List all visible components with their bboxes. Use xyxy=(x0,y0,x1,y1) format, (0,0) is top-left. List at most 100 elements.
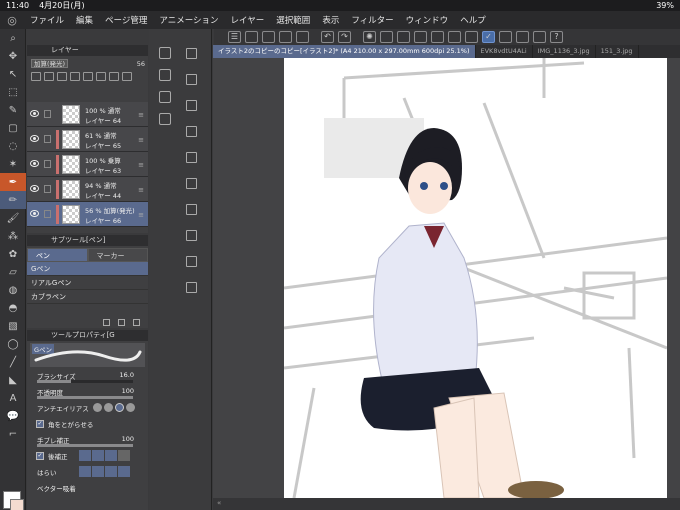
sharpen-row[interactable]: ✓ 角をとがらせる xyxy=(27,417,148,433)
menu-selection[interactable]: 選択範囲 xyxy=(270,14,316,26)
sub-color-swatch[interactable] xyxy=(10,499,24,510)
layer-color-icon[interactable] xyxy=(122,72,132,81)
group-marker[interactable]: マーカー xyxy=(87,248,148,262)
doc-tab-active[interactable]: イラスト2のコピーのコピー[イラスト2]* (A4 210.00 x 297.0… xyxy=(213,45,476,58)
lock-icon[interactable] xyxy=(44,185,51,193)
visibility-eye-icon[interactable] xyxy=(30,135,39,142)
delete-subtool-icon[interactable] xyxy=(133,319,140,326)
open-file-icon[interactable] xyxy=(262,31,275,43)
brush-size-row[interactable]: ブラシサイズ 16.0 xyxy=(27,369,148,385)
panel-toggle-icon[interactable] xyxy=(186,256,197,267)
layer-row[interactable]: 94 % 通常 レイヤー 44 ≡ xyxy=(27,177,148,202)
menu-grid-icon[interactable]: ☰ xyxy=(228,31,241,43)
deselect-icon[interactable] xyxy=(431,31,444,43)
menu-page[interactable]: ページ管理 xyxy=(99,14,153,26)
ruler-icon[interactable] xyxy=(109,72,119,81)
post-correct-levels[interactable] xyxy=(79,450,130,461)
lock-icon[interactable] xyxy=(44,160,51,168)
snap-ruler-icon[interactable]: ✓ xyxy=(482,31,495,43)
decoration-tool-icon[interactable]: ✿ xyxy=(0,245,26,263)
blend-mode-select[interactable]: 加算(発光) xyxy=(31,59,69,68)
expand-icon[interactable]: « xyxy=(217,499,221,507)
clip-icon[interactable] xyxy=(296,31,309,43)
doc-tab[interactable]: IMG_1136_3.jpg xyxy=(533,45,596,58)
eraser-tool-icon[interactable]: ▱ xyxy=(0,263,26,281)
pencil-tool-icon[interactable]: ✏ xyxy=(0,191,26,209)
canvas-paper[interactable] xyxy=(284,58,667,498)
crop-icon[interactable] xyxy=(465,31,478,43)
text-tool-icon[interactable]: A xyxy=(0,389,26,407)
visibility-eye-icon[interactable] xyxy=(30,210,39,217)
panel-toggle-icon[interactable] xyxy=(186,230,197,241)
quick-access-icon[interactable] xyxy=(159,113,171,125)
snap-special-ruler-icon[interactable] xyxy=(499,31,512,43)
eyedropper-tool-icon[interactable]: ✎ xyxy=(0,101,26,119)
panel-toggle-icon[interactable] xyxy=(186,204,197,215)
sharpen-checkbox[interactable]: ✓ xyxy=(36,420,44,428)
gradient-tool-icon[interactable]: ▧ xyxy=(0,317,26,335)
app-logo-icon[interactable]: ◎ xyxy=(0,14,24,27)
fill-tool-icon[interactable]: ◓ xyxy=(0,299,26,317)
doc-tab[interactable]: 151_3.jpg xyxy=(596,45,639,58)
stabilize-slider[interactable] xyxy=(37,444,133,447)
subtool-item[interactable]: カブラペン xyxy=(27,290,148,304)
lock-icon[interactable] xyxy=(44,135,51,143)
visibility-eye-icon[interactable] xyxy=(30,110,39,117)
visibility-eye-icon[interactable] xyxy=(30,160,39,167)
lock-alpha-icon[interactable] xyxy=(83,72,93,81)
invert-selection-icon[interactable] xyxy=(448,31,461,43)
panel-toggle-icon[interactable] xyxy=(186,152,197,163)
drag-handle-icon[interactable]: ≡ xyxy=(138,136,144,144)
drag-handle-icon[interactable]: ≡ xyxy=(138,211,144,219)
save-icon[interactable] xyxy=(279,31,292,43)
panel-toggle-icon[interactable] xyxy=(186,48,197,59)
lasso-tool-icon[interactable]: ◌ xyxy=(0,137,26,155)
redo-icon[interactable]: ↷ xyxy=(338,31,351,43)
panel-toggle-icon[interactable] xyxy=(186,282,197,293)
menu-layer[interactable]: レイヤー xyxy=(225,14,271,26)
transform-icon[interactable] xyxy=(414,31,427,43)
balloon-tool-icon[interactable]: 💬 xyxy=(0,407,26,425)
magic-wand-icon[interactable]: ✶ xyxy=(0,155,26,173)
clear-icon[interactable] xyxy=(380,31,393,43)
undo-icon[interactable]: ↶ xyxy=(321,31,334,43)
lock-icon[interactable] xyxy=(44,110,51,118)
post-correct-checkbox[interactable]: ✓ xyxy=(36,452,44,460)
copy-subtool-icon[interactable] xyxy=(103,319,110,326)
zoom-tool-icon[interactable]: ⌕ xyxy=(0,29,26,47)
line-tool-icon[interactable]: ╱ xyxy=(0,353,26,371)
visibility-eye-icon[interactable] xyxy=(30,185,39,192)
operation-tool-icon[interactable]: ↖ xyxy=(0,65,26,83)
panel-toggle-icon[interactable] xyxy=(186,178,197,189)
airbrush-tool-icon[interactable]: ⁂ xyxy=(0,227,26,245)
panel-toggle-icon[interactable] xyxy=(186,126,197,137)
smooth-row[interactable]: はらい xyxy=(27,465,148,481)
layer-row[interactable]: 61 % 通常 レイヤー 65 ≡ xyxy=(27,127,148,152)
layer-row-active[interactable]: 56 % 加算(発光) レイヤー 66 ≡ xyxy=(27,202,148,227)
layer-row[interactable]: 100 % 通常 レイヤー 64 ≡ xyxy=(27,102,148,127)
figure-tool-icon[interactable]: ◯ xyxy=(0,335,26,353)
correct-line-tool-icon[interactable]: ⌐ xyxy=(0,425,26,443)
tool-property-tab[interactable]: ツールプロパティ[G xyxy=(27,330,148,341)
pen-edit-icon[interactable] xyxy=(44,210,51,218)
brush-tool-icon[interactable]: 🖌 xyxy=(0,209,26,227)
drag-handle-icon[interactable]: ≡ xyxy=(138,111,144,119)
subtool-item[interactable]: リアルGペン xyxy=(27,276,148,290)
stabilize-value[interactable]: 100 xyxy=(122,435,134,443)
antialias-row[interactable]: アンチエイリアス xyxy=(27,401,148,417)
new-file-icon[interactable] xyxy=(245,31,258,43)
quick-access-icon[interactable] xyxy=(159,47,171,59)
move-tool-icon[interactable]: ✥ xyxy=(0,47,26,65)
menu-animation[interactable]: アニメーション xyxy=(153,14,224,26)
vector-row[interactable]: ベクター吸着 xyxy=(27,481,148,497)
menu-help[interactable]: ヘルプ xyxy=(454,14,492,26)
mask-icon[interactable] xyxy=(96,72,106,81)
fill-icon[interactable] xyxy=(397,31,410,43)
draft-layer-icon[interactable] xyxy=(57,72,67,81)
smooth-levels[interactable] xyxy=(79,466,130,477)
antialias-options[interactable] xyxy=(93,403,135,412)
panel-toggle-icon[interactable] xyxy=(186,100,197,111)
selection-tool-icon[interactable]: ⬚ xyxy=(0,83,26,101)
panel-toggle-icon[interactable] xyxy=(186,74,197,85)
subtool-item[interactable]: Gペン xyxy=(27,262,148,276)
